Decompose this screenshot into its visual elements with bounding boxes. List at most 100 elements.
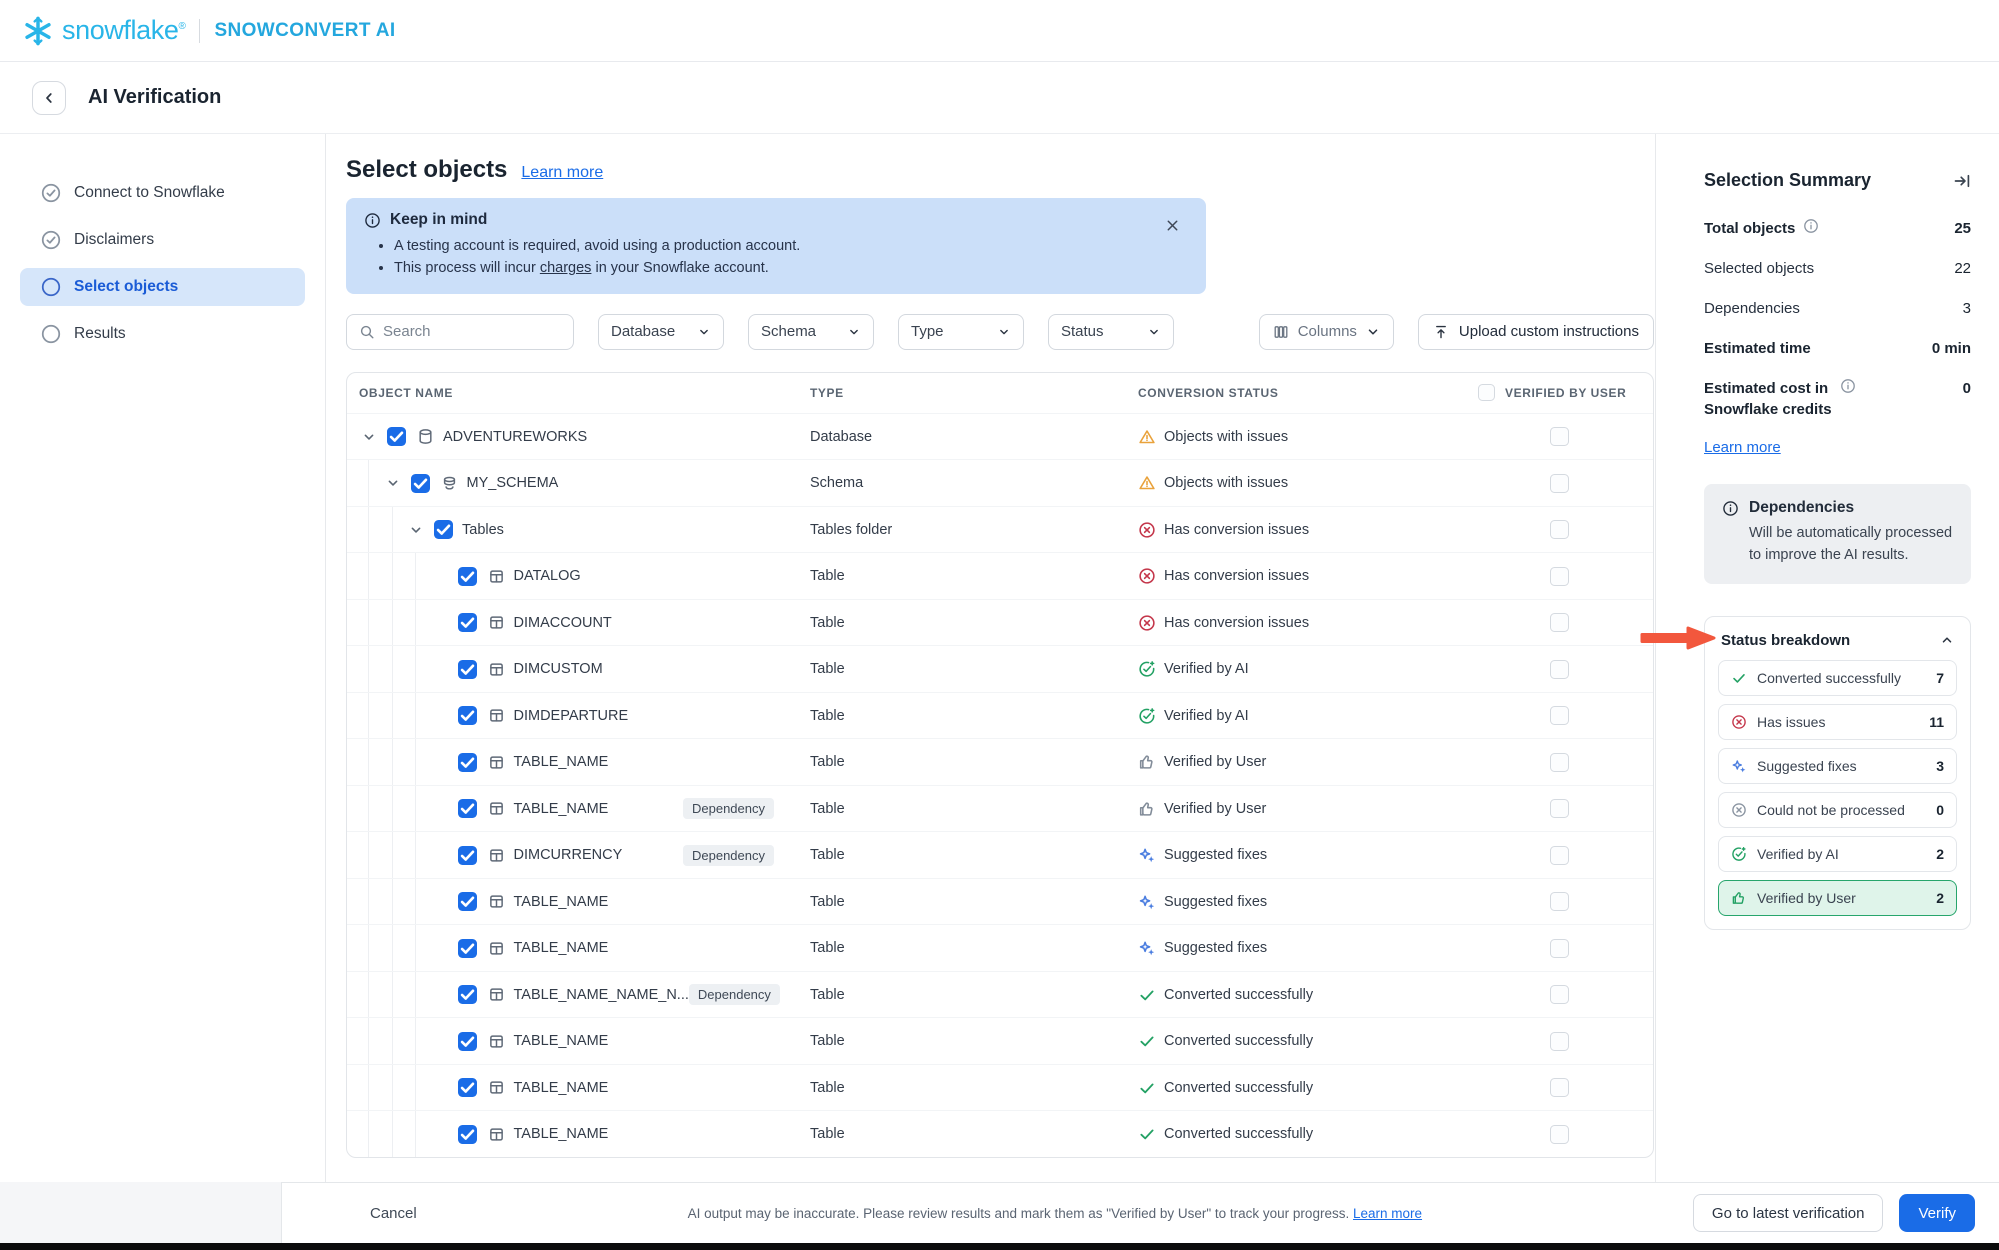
footer-learn-more-link[interactable]: Learn more <box>1353 1206 1422 1221</box>
table-row[interactable]: DIMCUSTOMTableVerified by AI <box>347 645 1653 692</box>
verified-checkbox[interactable] <box>1550 846 1569 865</box>
status-pill-label: Verified by AI <box>1757 846 1839 862</box>
row-checkbox[interactable] <box>458 660 477 679</box>
table-row[interactable]: DATALOGTableHas conversion issues <box>347 552 1653 599</box>
table-row[interactable]: TablesTables folderHas conversion issues <box>347 506 1653 553</box>
object-name-cell: DIMCURRENCYDependency <box>359 832 810 878</box>
charges-link[interactable]: charges <box>540 260 592 276</box>
row-checkbox[interactable] <box>458 567 477 586</box>
table-row[interactable]: TABLE_NAMETableConverted successfully <box>347 1064 1653 1111</box>
status-pill-has-issues[interactable]: Has issues11 <box>1718 704 1957 740</box>
learn-more-link[interactable]: Learn more <box>521 164 603 182</box>
status-breakdown-title: Status breakdown <box>1721 632 1850 649</box>
table-row[interactable]: ADVENTUREWORKSDatabaseObjects with issue… <box>347 413 1653 460</box>
verified-checkbox[interactable] <box>1550 706 1569 725</box>
upload-custom-instructions-button[interactable]: Upload custom instructions <box>1418 314 1654 350</box>
status-pill-could-not-be-processed[interactable]: Could not be processed0 <box>1718 792 1957 828</box>
verified-checkbox[interactable] <box>1550 939 1569 958</box>
row-checkbox[interactable] <box>458 753 477 772</box>
sidebar-item-connect-to-snowflake[interactable]: Connect to Snowflake <box>20 174 305 212</box>
verified-checkbox[interactable] <box>1550 1125 1569 1144</box>
verified-all-checkbox[interactable] <box>1478 384 1495 401</box>
row-checkbox[interactable] <box>458 1032 477 1051</box>
row-checkbox[interactable] <box>387 427 406 446</box>
banner-bullet: This process will incur charges in your … <box>394 257 1188 279</box>
table-row[interactable]: TABLE_NAMEDependencyTableVerified by Use… <box>347 785 1653 832</box>
verified-checkbox[interactable] <box>1550 613 1569 632</box>
row-checkbox[interactable] <box>458 1078 477 1097</box>
row-checkbox[interactable] <box>434 520 453 539</box>
chevron-down-icon[interactable] <box>361 429 377 445</box>
search-input[interactable] <box>383 323 561 340</box>
summary-learn-more-link[interactable]: Learn more <box>1704 439 1781 456</box>
verified-checkbox[interactable] <box>1550 892 1569 911</box>
verified-checkbox[interactable] <box>1550 799 1569 818</box>
table-row[interactable]: TABLE_NAMETableVerified by User <box>347 738 1653 785</box>
filter-dropdown-type[interactable]: Type <box>898 314 1024 350</box>
filter-dropdown-schema[interactable]: Schema <box>748 314 874 350</box>
table-row[interactable]: MY_SCHEMASchemaObjects with issues <box>347 459 1653 506</box>
chevron-down-icon[interactable] <box>408 522 424 538</box>
table-row[interactable]: TABLE_NAMETableConverted successfully <box>347 1017 1653 1064</box>
chevron-down-icon[interactable] <box>385 475 401 491</box>
row-checkbox[interactable] <box>458 706 477 725</box>
tree-indent-guide <box>415 739 416 785</box>
filter-dropdown-database[interactable]: Database <box>598 314 724 350</box>
columns-button[interactable]: Columns <box>1259 314 1394 350</box>
status-pill-converted-successfully[interactable]: Converted successfully7 <box>1718 660 1957 696</box>
table-row[interactable]: TABLE_NAMETableConverted successfully <box>347 1110 1653 1157</box>
row-checkbox[interactable] <box>458 939 477 958</box>
table-row[interactable]: DIMDEPARTURETableVerified by AI <box>347 692 1653 739</box>
verify-button[interactable]: Verify <box>1899 1194 1975 1232</box>
type-cell: Table <box>810 801 1138 817</box>
sidebar-item-disclaimers[interactable]: Disclaimers <box>20 221 305 259</box>
verified-checkbox[interactable] <box>1550 1078 1569 1097</box>
verified-checkbox[interactable] <box>1550 474 1569 493</box>
row-checkbox[interactable] <box>458 613 477 632</box>
sidebar-item-results[interactable]: Results <box>20 315 305 353</box>
summary-row-label-text: Dependencies <box>1704 298 1800 319</box>
verified-checkbox[interactable] <box>1550 660 1569 679</box>
cancel-button[interactable]: Cancel <box>370 1205 417 1222</box>
verified-checkbox[interactable] <box>1550 1032 1569 1051</box>
table-row[interactable]: TABLE_NAMETableSuggested fixes <box>347 878 1653 925</box>
row-checkbox[interactable] <box>411 474 430 493</box>
conversion-status-label: Suggested fixes <box>1164 940 1267 956</box>
verified-checkbox[interactable] <box>1550 753 1569 772</box>
info-icon <box>1803 218 1819 234</box>
verified-checkbox[interactable] <box>1550 985 1569 1004</box>
status-pill-count: 2 <box>1936 846 1944 862</box>
screen-bottom-edge <box>0 1243 1999 1250</box>
conversion-status-cell: Has conversion issues <box>1138 521 1478 539</box>
warning-icon <box>1138 474 1156 492</box>
verified-checkbox[interactable] <box>1550 567 1569 586</box>
filter-dropdown-label: Type <box>911 323 944 340</box>
chevron-up-icon[interactable] <box>1940 633 1954 647</box>
sidebar-item-select-objects[interactable]: Select objects <box>20 268 305 306</box>
row-checkbox[interactable] <box>458 892 477 911</box>
status-pill-verified-by-ai[interactable]: Verified by AI 2 <box>1718 836 1957 872</box>
table-row[interactable]: TABLE_NAME_NAME_N...DependencyTableConve… <box>347 971 1653 1018</box>
close-icon[interactable] <box>1165 218 1180 233</box>
table-row[interactable]: TABLE_NAMETableSuggested fixes <box>347 924 1653 971</box>
go-to-latest-verification-button[interactable]: Go to latest verification <box>1693 1194 1884 1232</box>
row-checkbox[interactable] <box>458 846 477 865</box>
footer-bar: Cancel AI output may be inaccurate. Plea… <box>0 1182 1999 1243</box>
sidebar-item-label: Connect to Snowflake <box>74 184 225 202</box>
table-row[interactable]: DIMCURRENCYDependencyTableSuggested fixe… <box>347 831 1653 878</box>
verified-checkbox[interactable] <box>1550 427 1569 446</box>
status-pill-verified-by-user[interactable]: Verified by User2 <box>1718 880 1957 916</box>
tree-indent-guide <box>415 879 416 925</box>
filter-dropdown-status[interactable]: Status <box>1048 314 1174 350</box>
back-button[interactable] <box>32 81 66 115</box>
object-name: TABLE_NAME_NAME_N... <box>514 987 689 1003</box>
row-checkbox[interactable] <box>458 1125 477 1144</box>
thumbs-up-icon <box>1731 890 1747 906</box>
row-checkbox[interactable] <box>458 985 477 1004</box>
status-pill-suggested-fixes[interactable]: Suggested fixes3 <box>1718 748 1957 784</box>
table-row[interactable]: DIMACCOUNTTableHas conversion issues <box>347 599 1653 646</box>
collapse-panel-icon[interactable] <box>1953 172 1971 190</box>
summary-row: Dependencies3 <box>1704 298 1971 319</box>
row-checkbox[interactable] <box>458 799 477 818</box>
verified-checkbox[interactable] <box>1550 520 1569 539</box>
